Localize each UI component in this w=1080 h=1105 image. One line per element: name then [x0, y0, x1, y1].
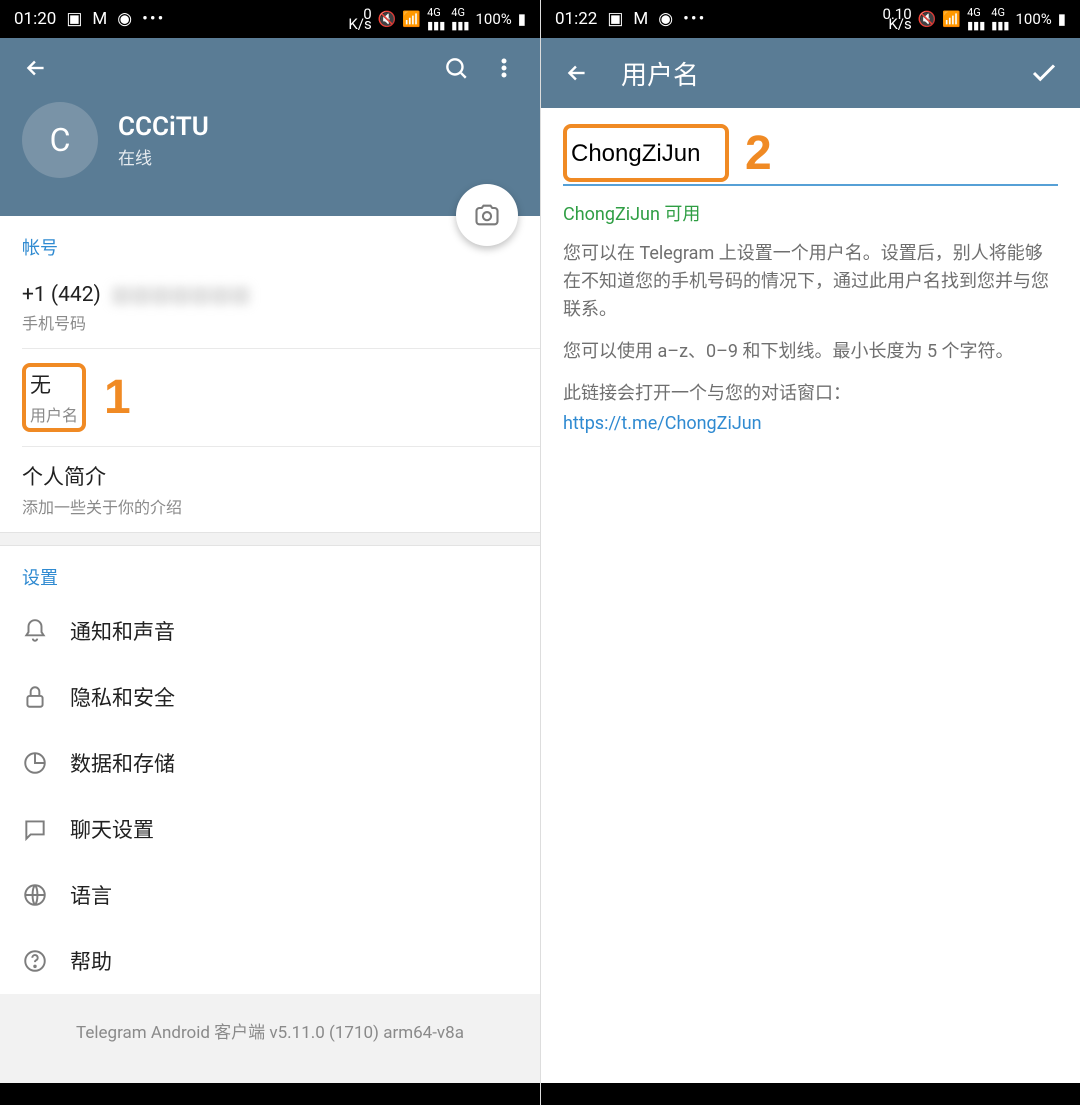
status-bar: 01:20 ▣ M ◉ ••• 0 K/s 🔇 📶 4G▮▮▮ 4G▮▮▮ 10…: [0, 0, 540, 38]
status-icon-mail: M: [633, 9, 648, 29]
android-navbar: [0, 1083, 540, 1105]
search-button[interactable]: [438, 50, 474, 86]
settings-row-privacy[interactable]: 隐私和安全: [0, 664, 540, 730]
status-more-icon: •••: [142, 9, 165, 29]
settings-label: 语言: [70, 880, 112, 910]
username-link[interactable]: https://t.me/ChongZiJun: [563, 413, 1058, 434]
settings-row-help[interactable]: 帮助: [0, 928, 540, 994]
appbar: [0, 38, 540, 98]
annotation-box-2: [563, 124, 729, 182]
bell-icon: [22, 618, 48, 644]
mute-icon: 🔇: [378, 10, 397, 28]
wifi-icon: 📶: [402, 10, 421, 28]
settings-row-language[interactable]: 语言: [0, 862, 540, 928]
camera-icon: [473, 201, 501, 229]
profile-header: C CCCiTU 在线: [0, 98, 540, 216]
status-time: 01:20: [14, 9, 56, 29]
bio-title: 个人简介: [22, 461, 518, 491]
username-desc-3: 此链接会打开一个与您的对话窗口：: [563, 380, 1058, 408]
username-available: ChongZiJun 可用: [563, 200, 1058, 226]
more-button[interactable]: [486, 50, 522, 86]
status-icon-mail: M: [92, 9, 107, 29]
settings-label: 通知和声音: [70, 616, 175, 646]
bio-row[interactable]: 个人简介 添加一些关于你的介绍: [0, 447, 540, 532]
username-row[interactable]: 无 用户名 1: [0, 349, 540, 446]
settings-row-notifications[interactable]: 通知和声音: [0, 598, 540, 664]
help-icon: [22, 948, 48, 974]
phone-row[interactable]: +1 (442) ▧▧▧▧▧▧▧ 手机号码: [0, 268, 540, 348]
status-more-icon: •••: [683, 9, 706, 29]
input-underline: [563, 184, 1058, 186]
android-navbar: [541, 1083, 1080, 1105]
settings-row-chat[interactable]: 聊天设置: [0, 796, 540, 862]
annotation-box-1: 无 用户名: [22, 363, 86, 432]
username-input[interactable]: [571, 130, 721, 176]
signal-4g-icon-2: 4G▮▮▮: [451, 6, 469, 32]
status-battery: 100%: [475, 10, 511, 28]
username-value: 无: [30, 369, 78, 399]
profile-name: CCCiTU: [118, 112, 209, 142]
status-icon-chat: ◉: [658, 9, 673, 29]
settings-label: 帮助: [70, 946, 112, 976]
annotation-number-1: 1: [104, 370, 131, 425]
mute-icon: 🔇: [918, 10, 937, 28]
avatar-initial: C: [50, 121, 71, 159]
username-desc-1: 您可以在 Telegram 上设置一个用户名。设置后，别人将能够在不知道您的手机…: [563, 240, 1058, 324]
status-battery: 100%: [1015, 10, 1051, 28]
wifi-icon: 📶: [942, 10, 961, 28]
appbar: 用户名: [541, 38, 1080, 108]
signal-4g-icon: 4G▮▮▮: [427, 6, 445, 32]
avatar[interactable]: C: [22, 102, 98, 178]
content-scroll[interactable]: 帐号 +1 (442) ▧▧▧▧▧▧▧ 手机号码 无 用户名 1 个人简介 添: [0, 216, 540, 1083]
status-netspeed: 0 K/s: [348, 9, 371, 29]
settings-label: 数据和存储: [70, 748, 175, 778]
phone-label: 手机号码: [22, 310, 518, 334]
phone-redacted: ▧▧▧▧▧▧▧: [106, 283, 250, 307]
bio-label: 添加一些关于你的介绍: [22, 494, 518, 518]
status-icon-image: ▣: [607, 9, 623, 29]
back-button[interactable]: [18, 50, 54, 86]
annotation-number-2: 2: [745, 126, 772, 181]
confirm-button[interactable]: [1026, 55, 1062, 91]
screen-settings: 01:20 ▣ M ◉ ••• 0 K/s 🔇 📶 4G▮▮▮ 4G▮▮▮ 10…: [0, 0, 540, 1105]
settings-label: 隐私和安全: [70, 682, 175, 712]
camera-fab[interactable]: [456, 184, 518, 246]
signal-4g-icon-2: 4G▮▮▮: [991, 6, 1009, 32]
globe-icon: [22, 882, 48, 908]
battery-icon: ▮: [1058, 10, 1066, 28]
username-label: 用户名: [30, 402, 78, 426]
account-section: 帐号 +1 (442) ▧▧▧▧▧▧▧ 手机号码 无 用户名 1 个人简介 添: [0, 216, 540, 532]
phone-value: +1 (442): [22, 283, 101, 307]
battery-icon: ▮: [518, 10, 526, 28]
status-icon-chat: ◉: [117, 9, 132, 29]
status-icon-image: ▣: [66, 9, 82, 29]
status-time: 01:22: [555, 9, 597, 29]
appbar-title: 用户名: [595, 55, 1026, 92]
settings-section: 设置 通知和声音 隐私和安全 数据和存储 聊天设置 语言: [0, 546, 540, 994]
pie-icon: [22, 750, 48, 776]
username-desc-2: 您可以使用 a–z、0–9 和下划线。最小长度为 5 个字符。: [563, 338, 1058, 366]
lock-icon: [22, 684, 48, 710]
settings-label: 聊天设置: [70, 814, 154, 844]
version-footer: Telegram Android 客户端 v5.11.0 (1710) arm6…: [0, 994, 540, 1083]
signal-4g-icon: 4G▮▮▮: [967, 6, 985, 32]
settings-header: 设置: [0, 546, 540, 598]
content: 2 ChongZiJun 可用 您可以在 Telegram 上设置一个用户名。设…: [541, 108, 1080, 1083]
chat-icon: [22, 816, 48, 842]
profile-status: 在线: [118, 144, 209, 169]
back-button[interactable]: [559, 55, 595, 91]
settings-row-data[interactable]: 数据和存储: [0, 730, 540, 796]
status-netspeed: 0.10 K/s: [882, 9, 911, 29]
screen-username: 01:22 ▣ M ◉ ••• 0.10 K/s 🔇 📶 4G▮▮▮ 4G▮▮▮…: [540, 0, 1080, 1105]
status-bar: 01:22 ▣ M ◉ ••• 0.10 K/s 🔇 📶 4G▮▮▮ 4G▮▮▮…: [541, 0, 1080, 38]
